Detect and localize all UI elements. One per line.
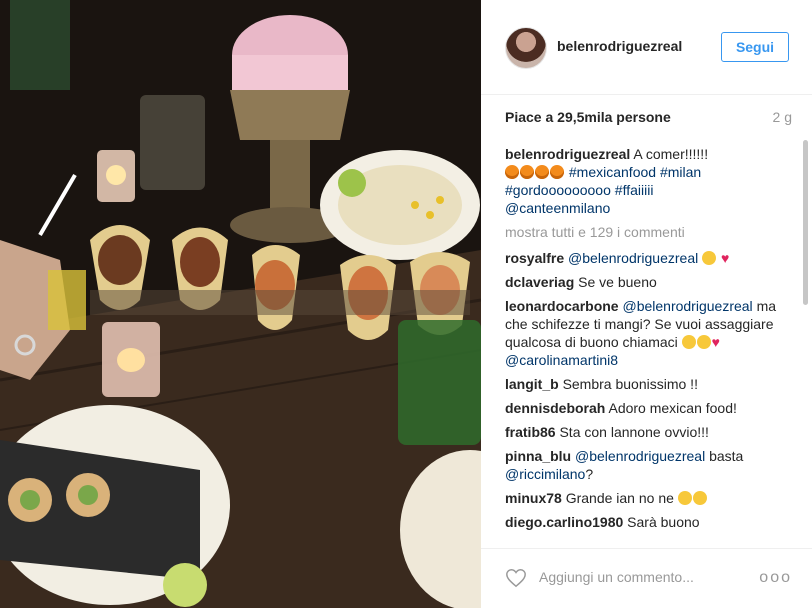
smile-emoji-icon [702, 251, 717, 265]
comment-username[interactable]: dclaveriag [505, 274, 574, 290]
food-photo-illustration [0, 0, 481, 608]
caption-username[interactable]: belenrodriguezreal [505, 146, 630, 162]
comment-item: dennisdeborah Adoro mexican food! [505, 399, 795, 417]
comment-item: dclaveriag Se ve bueno [505, 273, 795, 291]
show-all-comments-link[interactable]: mostra tutti e 129 i commenti [505, 223, 795, 241]
hashtag-link[interactable]: #milan [660, 164, 701, 180]
pumpkin-emoji-icon [520, 165, 534, 179]
smile-emoji-icon [681, 335, 696, 349]
hashtag-link[interactable]: #mexicanfood [569, 164, 656, 180]
heart-emoji-icon: ♥ [721, 250, 730, 266]
comment-username[interactable]: leonardocarbone [505, 298, 619, 314]
mention-link[interactable]: @belenrodriguezreal [575, 448, 705, 464]
pumpkin-emoji-icon [535, 165, 549, 179]
post-header: belenrodriguezreal Segui [481, 0, 812, 95]
comment-item: diego.carlino1980 Sarà buono [505, 513, 795, 531]
comment-text: basta [709, 448, 744, 464]
post-details-panel: belenrodriguezreal Segui Piace a 29,5mil… [481, 0, 812, 608]
comment-username[interactable]: dennisdeborah [505, 400, 605, 416]
comment-text: Adoro mexican food! [608, 400, 737, 416]
comment-username[interactable]: minux78 [505, 490, 562, 506]
comments-scrollbar[interactable] [803, 140, 808, 305]
post-footer: Aggiungi un commento... ooo [481, 548, 812, 609]
comments-list: belenrodriguezreal A comer!!!!!! #mexica… [505, 145, 795, 540]
comment-text: Se ve bueno [578, 274, 657, 290]
avatar[interactable] [505, 27, 547, 69]
smirk-emoji-icon [677, 491, 692, 505]
comment-username[interactable]: rosyalfre [505, 250, 564, 266]
more-options-icon[interactable]: ooo [759, 569, 792, 587]
pumpkin-emoji-icon [550, 165, 564, 179]
mention-link[interactable]: @belenrodriguezreal [622, 298, 752, 314]
mention-link[interactable]: @carolinamartini8 [505, 352, 618, 368]
mention-link[interactable]: @belenrodriguezreal [568, 250, 698, 266]
caption-text: A comer!!!!!! [633, 146, 709, 162]
mention-link[interactable]: @canteenmilano [505, 200, 610, 216]
comment-item: leonardocarbone @belenrodriguezreal ma c… [505, 297, 795, 369]
mention-link[interactable]: @riccimilano [505, 466, 585, 482]
smirk-emoji-icon [692, 491, 707, 505]
comment-item: fratib86 Sta con lannone ovvio!!! [505, 423, 795, 441]
caption: belenrodriguezreal A comer!!!!!! #mexica… [505, 145, 795, 217]
comment-text: Sarà buono [627, 514, 700, 530]
laughing-emoji-icon [696, 335, 711, 349]
comment-item: langit_b Sembra buonissimo !! [505, 375, 795, 393]
comment-text: Grande ian no ne [565, 490, 674, 506]
comment-username[interactable]: pinna_blu [505, 448, 571, 464]
comment-text: Sembra buonissimo !! [562, 376, 698, 392]
post-username[interactable]: belenrodriguezreal [557, 38, 682, 54]
comment-text: Sta con lannone ovvio!!! [559, 424, 709, 440]
heart-outline-icon[interactable] [505, 567, 527, 589]
hashtag-link[interactable]: #ffaiiiii [615, 182, 654, 198]
heart-emoji-icon: ♥ [711, 334, 720, 350]
comment-username[interactable]: diego.carlino1980 [505, 514, 623, 530]
follow-button[interactable]: Segui [721, 32, 789, 62]
post-photo[interactable] [0, 0, 481, 608]
comment-text: ? [585, 466, 594, 482]
pumpkin-emoji-icon [505, 165, 519, 179]
comment-username[interactable]: fratib86 [505, 424, 556, 440]
hashtag-link[interactable]: #gordooooooooo [505, 182, 611, 198]
comment-username[interactable]: langit_b [505, 376, 559, 392]
comment-item: rosyalfre @belenrodriguezreal ♥ [505, 249, 795, 267]
comment-item: pinna_blu @belenrodriguezreal basta @ric… [505, 447, 795, 483]
add-comment-input[interactable]: Aggiungi un commento... [539, 569, 694, 585]
likes-count[interactable]: Piace a 29,5mila persone [505, 109, 671, 125]
post-age[interactable]: 2 g [773, 109, 792, 125]
comment-item: minux78 Grande ian no ne [505, 489, 795, 507]
